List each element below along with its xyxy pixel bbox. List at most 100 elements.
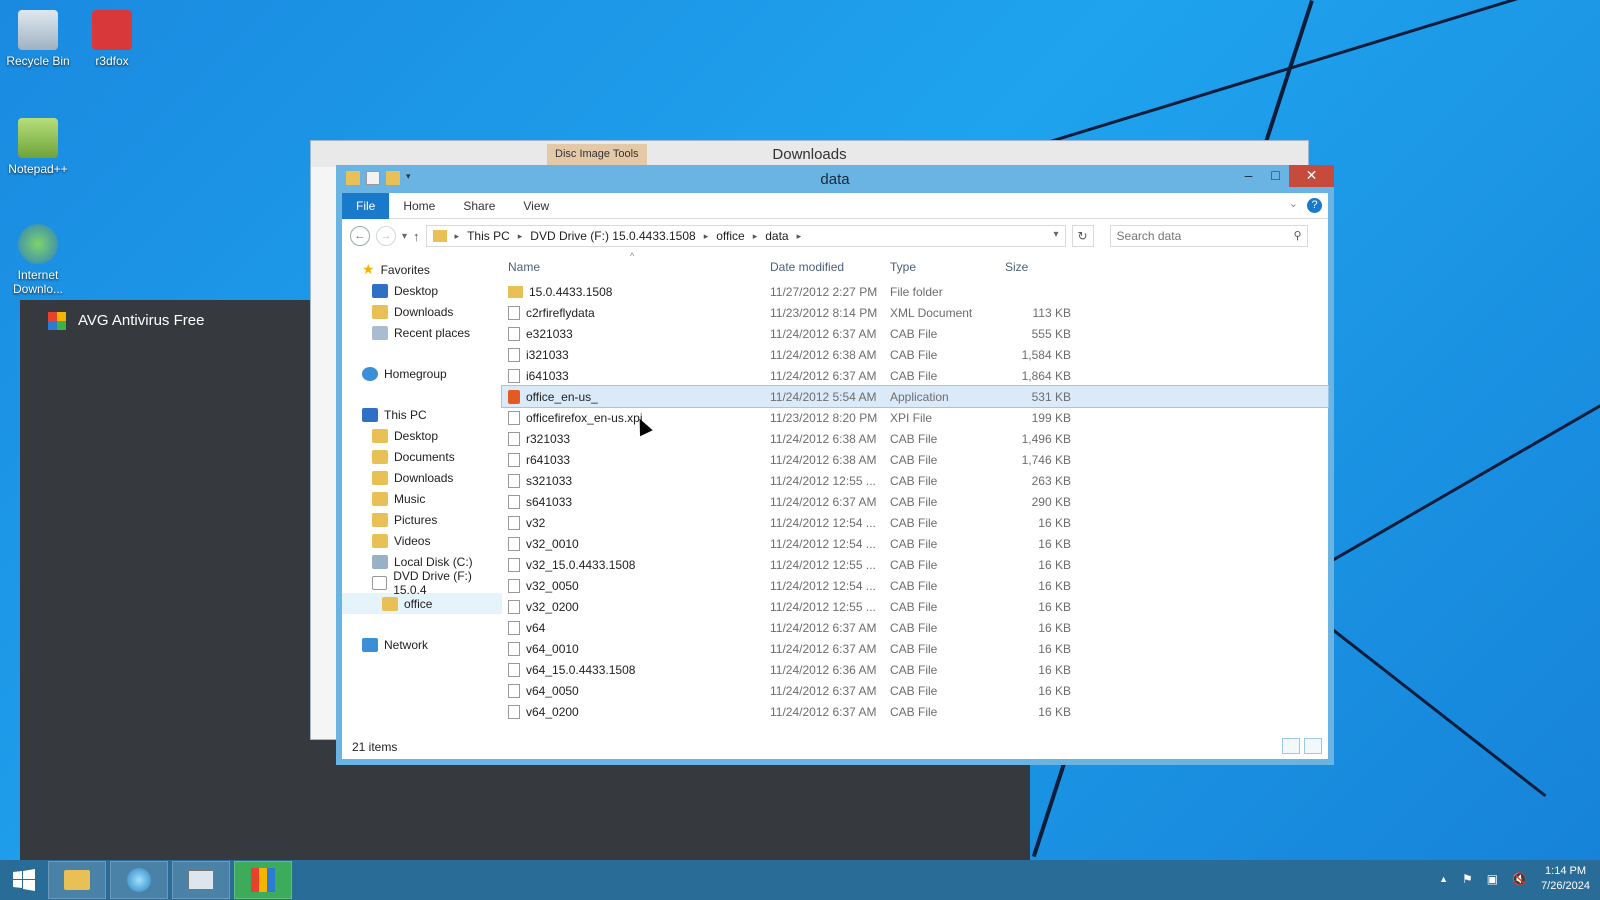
file-row[interactable]: c2rfireflydata 11/23/2012 8:14 PM XML Docu…	[502, 302, 1328, 323]
file-name-cell[interactable]: v32_0010	[502, 536, 764, 551]
file-name-cell[interactable]: v64_15.0.4433.1508	[502, 662, 764, 677]
nav-favorites-downloads[interactable]: Downloads	[342, 301, 502, 322]
address-bar[interactable]: ▸ This PC ▸ DVD Drive (F:) 15.0.4433.150…	[425, 225, 1066, 247]
taskbar-file-explorer[interactable]	[48, 861, 106, 899]
action-center-flag-icon[interactable]: ⚑	[1462, 872, 1473, 886]
file-row[interactable]: v32_0200 11/24/2012 12:55 ... CAB File 16 K…	[502, 596, 1328, 617]
tab-home[interactable]: Home	[389, 193, 449, 219]
file-row[interactable]: v64 11/24/2012 6:37 AM CAB File 16 KB	[502, 617, 1328, 638]
nav-pc-music[interactable]: Music	[342, 488, 502, 509]
breadcrumb-this-pc[interactable]: This PC	[467, 229, 510, 243]
search-input[interactable]	[1110, 226, 1281, 246]
nav-pc-pictures[interactable]: Pictures	[342, 509, 502, 530]
desktop-icon-r3dfox[interactable]: r3dfox	[74, 10, 150, 68]
file-row[interactable]: 15.0.4433.1508 11/27/2012 2:27 PM File fol…	[502, 281, 1328, 302]
file-name-cell[interactable]: v32	[502, 515, 764, 530]
file-row[interactable]: s321033 11/24/2012 12:55 ... CAB File 263 K…	[502, 470, 1328, 491]
minimize-button[interactable]: –	[1235, 165, 1262, 187]
file-row[interactable]: e321033 11/24/2012 6:37 AM CAB File 555 KB	[502, 323, 1328, 344]
explorer-window[interactable]: ▾ data – □ ✕ File Home Share View ⌄ ? ← …	[336, 165, 1334, 765]
show-hidden-icons-icon[interactable]: ▲	[1439, 874, 1448, 884]
tab-view[interactable]: View	[509, 193, 563, 219]
column-size[interactable]: Size	[999, 260, 1071, 274]
tab-file[interactable]: File	[342, 192, 390, 219]
file-name-cell[interactable]: v32_0050	[502, 578, 764, 593]
refresh-button[interactable]: ↻	[1071, 225, 1094, 247]
close-button[interactable]: ✕	[1289, 165, 1334, 187]
start-button[interactable]	[0, 860, 48, 900]
breadcrumb-dvd-drive[interactable]: DVD Drive (F:) 15.0.4433.1508	[530, 229, 695, 243]
breadcrumb-separator[interactable]: ▸	[518, 231, 523, 242]
nav-dvd-drive[interactable]: DVD Drive (F:) 15.0.4	[342, 569, 502, 597]
file-name-cell[interactable]: v64_0200	[502, 704, 764, 719]
nav-pc-documents[interactable]: Documents	[342, 446, 502, 467]
file-row[interactable]: s641033 11/24/2012 6:37 AM CAB File 290 KB	[502, 491, 1328, 512]
file-name-cell[interactable]: v64_0050	[502, 683, 764, 698]
file-name-cell[interactable]: r321033	[502, 431, 764, 446]
taskbar-browser[interactable]	[110, 861, 168, 899]
breadcrumb-office[interactable]: office	[716, 229, 744, 243]
nav-pc-desktop[interactable]: Desktop	[342, 425, 502, 446]
file-row[interactable]: v32_0050 11/24/2012 12:54 ... CAB File 16 K…	[502, 575, 1328, 596]
up-button[interactable]: ↑	[413, 229, 420, 244]
large-icons-view-button[interactable]	[1304, 738, 1322, 754]
file-row[interactable]: r641033 11/24/2012 6:38 AM CAB File 1,746 K…	[502, 449, 1328, 470]
tab-share[interactable]: Share	[449, 193, 509, 219]
file-row[interactable]: r321033 11/24/2012 6:38 AM CAB File 1,496 K…	[502, 428, 1328, 449]
address-dropdown-icon[interactable]: ▾	[1054, 229, 1059, 240]
desktop-icon-notepadpp[interactable]: Notepad++	[0, 118, 76, 176]
breadcrumb-separator[interactable]: ▸	[753, 231, 758, 242]
file-row[interactable]: v32 11/24/2012 12:54 ... CAB File 16 KB	[502, 512, 1328, 533]
nav-favorites-desktop[interactable]: Desktop	[342, 280, 502, 301]
nav-this-pc[interactable]: This PC	[342, 404, 502, 425]
column-date-modified[interactable]: Date modified	[764, 260, 884, 274]
maximize-button[interactable]: □	[1262, 165, 1289, 187]
file-name-cell[interactable]: office_en-us_	[502, 389, 764, 404]
network-tray-icon[interactable]: ▣	[1487, 872, 1498, 886]
file-name-cell[interactable]: i321033	[502, 347, 764, 362]
file-name-cell[interactable]: v64	[502, 620, 764, 635]
nav-recent-places[interactable]: Recent places	[342, 322, 502, 343]
file-name-cell[interactable]: r641033	[502, 452, 764, 467]
search-icon[interactable]: ⚲	[1293, 229, 1301, 242]
file-name-cell[interactable]: v32_0200	[502, 599, 764, 614]
breadcrumb-data[interactable]: data	[765, 229, 788, 243]
nav-pc-videos[interactable]: Videos	[342, 530, 502, 551]
file-name-cell[interactable]: e321033	[502, 326, 764, 341]
downloads-titlebar[interactable]: Disc Image Tools Downloads	[311, 141, 1308, 167]
forward-button[interactable]: →	[376, 226, 396, 246]
breadcrumb-separator[interactable]: ▸	[704, 231, 709, 242]
nav-network[interactable]: Network	[342, 634, 502, 655]
taskbar-avg[interactable]	[234, 861, 292, 899]
file-row[interactable]: v64_0010 11/24/2012 6:37 AM CAB File 16 KB	[502, 638, 1328, 659]
details-view-button[interactable]	[1282, 738, 1300, 754]
file-name-cell[interactable]: s641033	[502, 494, 764, 509]
nav-homegroup[interactable]: Homegroup	[342, 363, 502, 384]
file-row[interactable]: officefirefox_en-us.xpi 11/23/2012 8:20 P…	[502, 407, 1328, 428]
navigation-pane[interactable]: ★ Favorites Desktop Downloads Recent pla…	[342, 253, 502, 735]
file-name-cell[interactable]: c2rfireflydata	[502, 305, 764, 320]
column-name[interactable]: Name	[502, 260, 764, 274]
file-name-cell[interactable]: v32_15.0.4433.1508	[502, 557, 764, 572]
recent-locations-icon[interactable]: ▾	[402, 231, 407, 242]
file-name-cell[interactable]: i641033	[502, 368, 764, 383]
search-box[interactable]: ⚲	[1109, 225, 1308, 247]
nav-pc-downloads[interactable]: Downloads	[342, 467, 502, 488]
back-button[interactable]: ←	[350, 226, 370, 246]
file-name-cell[interactable]: 15.0.4433.1508	[502, 285, 764, 299]
file-row[interactable]: v64_15.0.4433.1508 11/24/2012 6:36 AM CAB …	[502, 659, 1328, 680]
file-row[interactable]: v64_0050 11/24/2012 6:37 AM CAB File 16 KB	[502, 680, 1328, 701]
column-type[interactable]: Type	[884, 260, 999, 274]
nav-favorites[interactable]: ★ Favorites	[342, 259, 502, 280]
file-row[interactable]: i321033 11/24/2012 6:38 AM CAB File 1,584 K…	[502, 344, 1328, 365]
file-row[interactable]: v64_0200 11/24/2012 6:37 AM CAB File 16 KB	[502, 701, 1328, 722]
file-row[interactable]: office_en-us_ 11/24/2012 5:54 AM Applicati…	[501, 385, 1329, 408]
file-list[interactable]: ^ Name Date modified Type Size 15.0.4433…	[501, 251, 1329, 735]
file-row[interactable]: i641033 11/24/2012 6:37 AM CAB File 1,864 K…	[502, 365, 1328, 386]
file-row[interactable]: v32_0010 11/24/2012 12:54 ... CAB File 16 K…	[502, 533, 1328, 554]
expand-ribbon-icon[interactable]: ⌄	[1289, 197, 1298, 210]
taskbar-clock[interactable]: 1:14 PM 7/26/2024	[1541, 864, 1590, 894]
volume-muted-icon[interactable]: 🔇	[1512, 872, 1527, 886]
file-row[interactable]: v32_15.0.4433.1508 11/24/2012 12:55 ... CA…	[502, 554, 1328, 575]
help-icon[interactable]: ?	[1307, 198, 1322, 213]
